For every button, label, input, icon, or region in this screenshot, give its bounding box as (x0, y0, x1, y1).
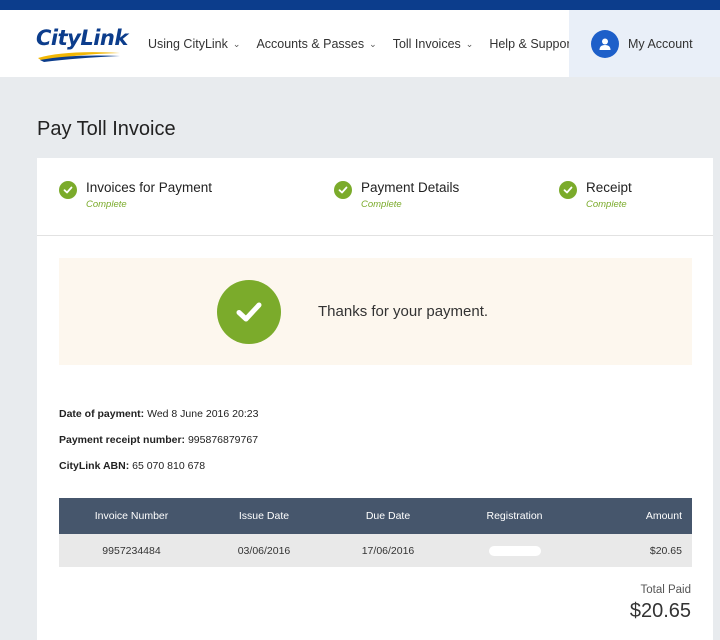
nav-toll-invoices[interactable]: Toll Invoices ⌄ (393, 37, 474, 51)
check-icon (334, 181, 352, 199)
chevron-down-icon: ⌄ (232, 38, 241, 49)
my-account-label: My Account (628, 36, 693, 51)
citylink-abn: CityLink ABN: 65 070 810 678 (59, 460, 205, 472)
table-row: 9957234484 03/06/2016 17/06/2016 $20.65 (59, 534, 692, 567)
table-header-row: Invoice Number Issue Date Due Date Regis… (59, 498, 692, 534)
due-date-cell: 17/06/2016 (324, 534, 452, 567)
col-invoice-number: Invoice Number (59, 498, 204, 534)
check-icon (217, 280, 281, 344)
citylink-logo[interactable]: CityLink (36, 26, 128, 66)
step-title: Invoices for Payment (86, 180, 213, 195)
step-status: Complete (361, 199, 402, 210)
chevron-down-icon: ⌄ (369, 38, 377, 49)
top-accent-bar (0, 0, 720, 10)
step-status: Complete (586, 199, 627, 210)
issue-date-cell: 03/06/2016 (204, 534, 324, 567)
payment-confirmation-banner: Thanks for your payment. (59, 258, 692, 365)
nav-label: Toll Invoices (392, 37, 461, 51)
redacted-registration (488, 545, 541, 556)
check-icon (59, 181, 77, 199)
total-paid-value: $20.65 (629, 600, 691, 622)
detail-value: 995876879767 (187, 434, 259, 446)
progress-steps: Invoices for Payment Complete Payment De… (37, 158, 713, 236)
amount-cell: $20.65 (577, 534, 692, 567)
detail-value: Wed 8 June 2016 20:23 (147, 408, 259, 420)
col-registration: Registration (452, 498, 577, 534)
nav-label: Using CityLink (148, 37, 228, 51)
step-receipt: Receipt Complete (559, 180, 632, 210)
nav-accounts-passes[interactable]: Accounts & Passes ⌄ (256, 37, 376, 51)
confirmation-message: Thanks for your payment. (318, 303, 489, 320)
page-title: Pay Toll Invoice (37, 118, 176, 140)
nav-label: Help & Support (489, 37, 575, 51)
total-paid-label: Total Paid (640, 584, 691, 596)
nav-using-citylink[interactable]: Using CityLink ⌄ (148, 37, 240, 51)
invoice-table: Invoice Number Issue Date Due Date Regis… (59, 498, 692, 567)
nav-help-support[interactable]: Help & Support (489, 37, 574, 51)
user-icon (591, 29, 619, 58)
logo-wordmark: CityLink (36, 26, 128, 50)
invoice-number-cell: 9957234484 (59, 534, 204, 567)
receipt-card: Invoices for Payment Complete Payment De… (37, 158, 713, 640)
my-account-button[interactable]: My Account (569, 10, 720, 77)
detail-label: CityLink ABN: (59, 460, 130, 472)
registration-cell (452, 534, 577, 567)
col-amount: Amount (577, 498, 692, 534)
detail-value: 65 070 810 678 (132, 460, 206, 472)
nav-label: Accounts & Passes (256, 37, 365, 51)
col-due-date: Due Date (324, 498, 452, 534)
main-nav: Using CityLink ⌄ Accounts & Passes ⌄ Tol… (148, 37, 590, 51)
check-icon (559, 181, 577, 199)
step-title: Receipt (586, 180, 632, 195)
logo-swoosh-icon (38, 52, 120, 62)
step-payment-details: Payment Details Complete (334, 180, 459, 210)
step-status: Complete (86, 199, 127, 210)
col-issue-date: Issue Date (204, 498, 324, 534)
payment-date: Date of payment: Wed 8 June 2016 20:23 (59, 408, 258, 420)
payment-receipt-number: Payment receipt number: 995876879767 (59, 434, 258, 446)
step-title: Payment Details (361, 180, 460, 195)
step-invoices-for-payment: Invoices for Payment Complete (59, 180, 212, 210)
detail-label: Date of payment: (59, 408, 145, 420)
chevron-down-icon: ⌄ (465, 38, 474, 49)
detail-label: Payment receipt number: (59, 434, 186, 446)
